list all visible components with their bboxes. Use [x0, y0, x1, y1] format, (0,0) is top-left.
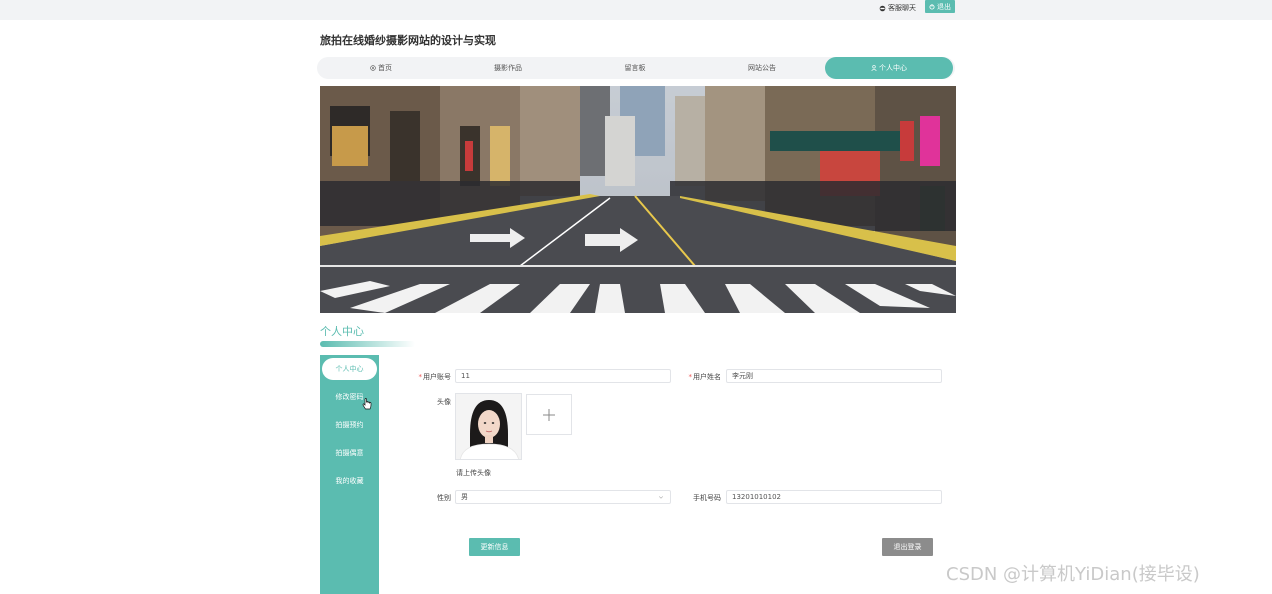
- gender-label-text: 性别: [437, 494, 451, 502]
- sidebar-item-label: 个人中心: [335, 365, 364, 373]
- sidebar-item-label: 拍摄偶意: [335, 449, 364, 457]
- power-icon: [929, 3, 935, 10]
- update-info-button[interactable]: 更新信息: [469, 538, 520, 556]
- sidebar-item-personal-center[interactable]: 个人中心: [322, 358, 377, 380]
- avatar-photo: [456, 394, 521, 459]
- sidebar-item-label: 我的收藏: [335, 477, 364, 485]
- sidebar: 个人中心 修改密码 拍摄预约 拍摄偶意 我的收藏: [320, 355, 379, 594]
- phone-value: 13201010102: [732, 493, 781, 501]
- sidebar-item-favorites[interactable]: 我的收藏: [320, 473, 379, 489]
- avatar-label-text: 头像: [437, 398, 451, 406]
- logout-label: 退出登录: [893, 543, 922, 551]
- sidebar-item-label: 修改密码: [335, 393, 364, 401]
- gender-label: 性别: [391, 493, 451, 503]
- main-nav: 首页 摄影作品 留言板 网站公告 个人中心: [317, 57, 955, 79]
- nav-item-label: 留言板: [624, 64, 646, 72]
- section-title: 个人中心: [320, 325, 364, 338]
- account-field[interactable]: 11: [455, 369, 671, 383]
- nav-item-personal-center[interactable]: 个人中心: [825, 57, 953, 79]
- customer-chat-link[interactable]: 客服聊天: [879, 3, 916, 13]
- watermark: CSDN @计算机YiDian(接毕设): [946, 564, 1200, 585]
- section-title-underline: [320, 341, 415, 347]
- phone-label-text: 手机号码: [693, 494, 721, 502]
- upload-hint: 请上传头像: [456, 469, 491, 477]
- banner-image: [320, 86, 956, 313]
- sidebar-item-shoot-intention[interactable]: 拍摄偶意: [320, 445, 379, 461]
- phone-field[interactable]: 13201010102: [726, 490, 942, 504]
- sidebar-item-shoot-booking[interactable]: 拍摄预约: [320, 417, 379, 433]
- nav-item-label: 首页: [378, 64, 392, 72]
- top-logout-button[interactable]: 退出: [925, 0, 955, 13]
- chat-label: 客服聊天: [888, 4, 916, 12]
- avatar-label: 头像: [391, 397, 451, 407]
- name-label-text: 用户姓名: [693, 373, 721, 381]
- home-icon: [370, 65, 376, 71]
- nav-item-photo-works[interactable]: 摄影作品: [444, 57, 572, 79]
- upload-avatar-button[interactable]: [526, 394, 572, 435]
- hand-cursor-icon: [362, 398, 372, 410]
- user-icon: [871, 65, 877, 71]
- required-asterisk: *: [418, 373, 423, 381]
- name-field[interactable]: 李元刚: [726, 369, 942, 383]
- nav-item-message-board[interactable]: 留言板: [571, 57, 699, 79]
- street-scene-illustration: [320, 86, 956, 313]
- account-label: *用户账号: [391, 372, 452, 382]
- required-asterisk: *: [688, 373, 693, 381]
- logout-button[interactable]: 退出登录: [882, 538, 933, 556]
- update-info-label: 更新信息: [480, 543, 509, 551]
- top-logout-label: 退出: [937, 2, 951, 11]
- nav-item-label: 摄影作品: [494, 64, 522, 72]
- sidebar-item-label: 拍摄预约: [335, 421, 364, 429]
- phone-label: 手机号码: [661, 493, 721, 503]
- account-value: 11: [461, 372, 470, 380]
- account-label-text: 用户账号: [423, 373, 451, 381]
- plus-icon: [543, 408, 555, 421]
- nav-item-label: 个人中心: [879, 64, 907, 72]
- nav-item-announcements[interactable]: 网站公告: [698, 57, 826, 79]
- gender-value: 男: [461, 493, 468, 501]
- top-utility-bar: 客服聊天 退出: [0, 0, 1272, 20]
- name-label: *用户姓名: [661, 372, 722, 382]
- chat-icon: [879, 5, 886, 11]
- nav-item-home[interactable]: 首页: [317, 57, 445, 79]
- site-title: 旅拍在线婚纱摄影网站的设计与实现: [320, 34, 496, 47]
- gender-select[interactable]: 男: [455, 490, 671, 504]
- avatar-preview[interactable]: [455, 393, 522, 460]
- name-value: 李元刚: [732, 372, 753, 380]
- nav-item-label: 网站公告: [748, 64, 776, 72]
